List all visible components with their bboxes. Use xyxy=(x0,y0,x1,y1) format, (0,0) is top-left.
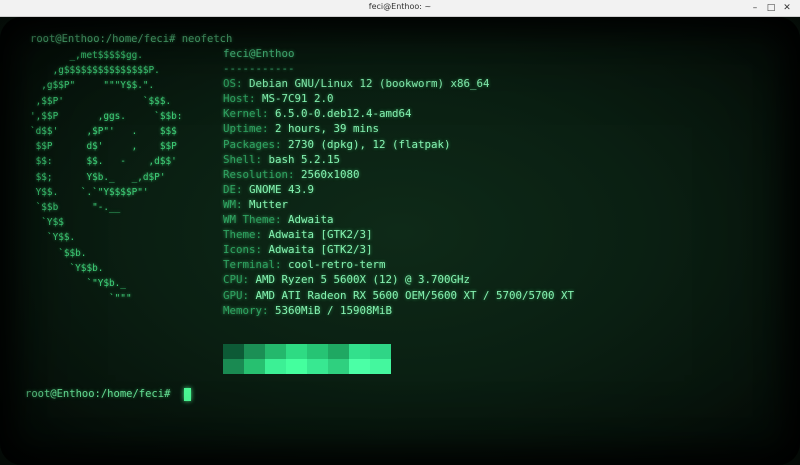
info-row: Icons: Adwaita [GTK2/3] xyxy=(223,242,574,257)
command-line: root@Enthoo:/home/feci# neofetch xyxy=(30,33,233,45)
info-value: 2730 (dpkg), 12 (flatpak) xyxy=(288,137,451,151)
info-value: 2560x1080 xyxy=(301,167,360,181)
color-block xyxy=(328,359,349,374)
color-block xyxy=(223,344,244,359)
info-value: 6.5.0-0.deb12.4-amd64 xyxy=(275,107,412,121)
info-colon: : xyxy=(275,213,289,227)
color-palette-blocks xyxy=(223,344,391,374)
info-row: WM Theme: Adwaita xyxy=(223,212,574,227)
info-row: WM: Mutter xyxy=(223,197,574,212)
color-block xyxy=(349,359,370,374)
color-block xyxy=(286,344,307,359)
info-colon: : xyxy=(255,243,269,257)
info-row: Shell: bash 5.2.15 xyxy=(223,152,574,167)
info-value: cool-retro-term xyxy=(288,258,386,272)
color-block xyxy=(370,344,391,359)
info-value: GNOME 43.9 xyxy=(249,182,315,196)
user-host: feci@Enthoo xyxy=(223,47,295,60)
info-key: Shell xyxy=(223,152,256,166)
info-key: Resolution xyxy=(223,167,289,181)
info-value: Adwaita [GTK2/3] xyxy=(268,228,373,242)
info-row: Uptime: 2 hours, 39 mins xyxy=(223,121,574,136)
minimize-button[interactable]: – xyxy=(748,2,762,14)
debian-ascii-logo: _,met$$$$$gg. ,g$$$$$$$$$$$$$$$P. ,g$$P"… xyxy=(30,50,183,305)
info-value: bash 5.2.15 xyxy=(268,152,341,166)
color-block xyxy=(307,344,328,359)
window-titlebar: feci@Enthoo: ~ – □ ✕ xyxy=(0,0,800,17)
color-block xyxy=(244,344,265,359)
color-block xyxy=(349,344,370,359)
info-key: Memory xyxy=(223,303,263,317)
info-row: Packages: 2730 (dpkg), 12 (flatpak) xyxy=(223,137,574,152)
info-key: GPU xyxy=(223,288,243,302)
info-value: AMD ATI Radeon RX 5600 OEM/5600 XT / 570… xyxy=(255,288,575,302)
info-colon: : xyxy=(262,303,276,317)
info-value: AMD Ryzen 5 5600X (12) @ 3.700GHz xyxy=(255,273,471,287)
info-row: DE: GNOME 43.9 xyxy=(223,182,574,197)
close-button[interactable]: ✕ xyxy=(780,2,794,14)
info-row: Host: MS-7C91 2.0 xyxy=(223,91,574,106)
info-value: MS-7C91 2.0 xyxy=(262,92,334,106)
system-info: feci@Enthoo ----------- OS: Debian GNU/L… xyxy=(223,46,574,318)
color-block xyxy=(265,344,286,359)
color-block xyxy=(328,344,349,359)
info-list: OS: Debian GNU/Linux 12 (bookworm) x86_6… xyxy=(223,76,574,318)
info-key: CPU xyxy=(223,273,243,287)
color-block xyxy=(370,359,391,374)
prompt: root@Enthoo:/home/feci# xyxy=(25,388,171,400)
info-colon: : xyxy=(249,92,263,106)
info-key: Host xyxy=(223,92,250,106)
color-block xyxy=(223,359,244,374)
info-key: Uptime xyxy=(223,122,263,136)
info-colon: : xyxy=(275,258,289,272)
info-row: GPU: AMD ATI Radeon RX 5600 OEM/5600 XT … xyxy=(223,288,574,303)
text-cursor xyxy=(184,388,191,401)
info-colon: : xyxy=(236,77,250,91)
info-key: Icons xyxy=(223,243,256,257)
info-key: DE xyxy=(223,182,237,196)
info-key: WM xyxy=(223,197,237,211)
color-block xyxy=(244,359,265,374)
info-value: Debian GNU/Linux 12 (bookworm) x86_64 xyxy=(249,77,490,91)
info-row: Kernel: 6.5.0-0.deb12.4-amd64 xyxy=(223,106,574,121)
info-row: Resolution: 2560x1080 xyxy=(223,167,574,182)
info-colon: : xyxy=(255,228,269,242)
info-key: Theme xyxy=(223,228,256,242)
info-colon: : xyxy=(262,107,276,121)
terminal-output: root@Enthoo:/home/feci# neofetch _,met$$… xyxy=(0,17,800,465)
info-row: OS: Debian GNU/Linux 12 (bookworm) x86_6… xyxy=(223,76,574,91)
info-row: Memory: 5360MiB / 15908MiB xyxy=(223,303,574,318)
info-colon: : xyxy=(288,167,302,181)
info-value: 2 hours, 39 mins xyxy=(275,122,380,136)
maximize-button[interactable]: □ xyxy=(764,2,778,14)
info-key: Kernel xyxy=(223,107,263,121)
info-separator: ----------- xyxy=(223,62,295,76)
info-colon: : xyxy=(275,137,289,151)
color-block xyxy=(286,359,307,374)
info-value: Mutter xyxy=(249,197,289,211)
info-key: Terminal xyxy=(223,258,276,272)
color-block xyxy=(265,359,286,374)
info-key: WM Theme xyxy=(223,213,276,227)
info-colon: : xyxy=(242,288,256,302)
terminal-screen[interactable]: root@Enthoo:/home/feci# neofetch _,met$$… xyxy=(0,17,800,465)
color-block xyxy=(307,359,328,374)
info-row: Theme: Adwaita [GTK2/3] xyxy=(223,227,574,242)
info-value: Adwaita [GTK2/3] xyxy=(268,243,373,257)
info-value: Adwaita xyxy=(288,213,334,227)
info-value: 5360MiB / 15908MiB xyxy=(275,303,393,317)
info-row: Terminal: cool-retro-term xyxy=(223,257,574,272)
info-colon: : xyxy=(255,152,269,166)
info-colon: : xyxy=(262,122,276,136)
info-colon: : xyxy=(236,182,250,196)
window-title: feci@Enthoo: ~ xyxy=(368,2,432,11)
info-key: OS xyxy=(223,77,237,91)
info-row: CPU: AMD Ryzen 5 5600X (12) @ 3.700GHz xyxy=(223,272,574,287)
info-colon: : xyxy=(236,197,250,211)
info-colon: : xyxy=(242,273,256,287)
info-key: Packages xyxy=(223,137,276,151)
